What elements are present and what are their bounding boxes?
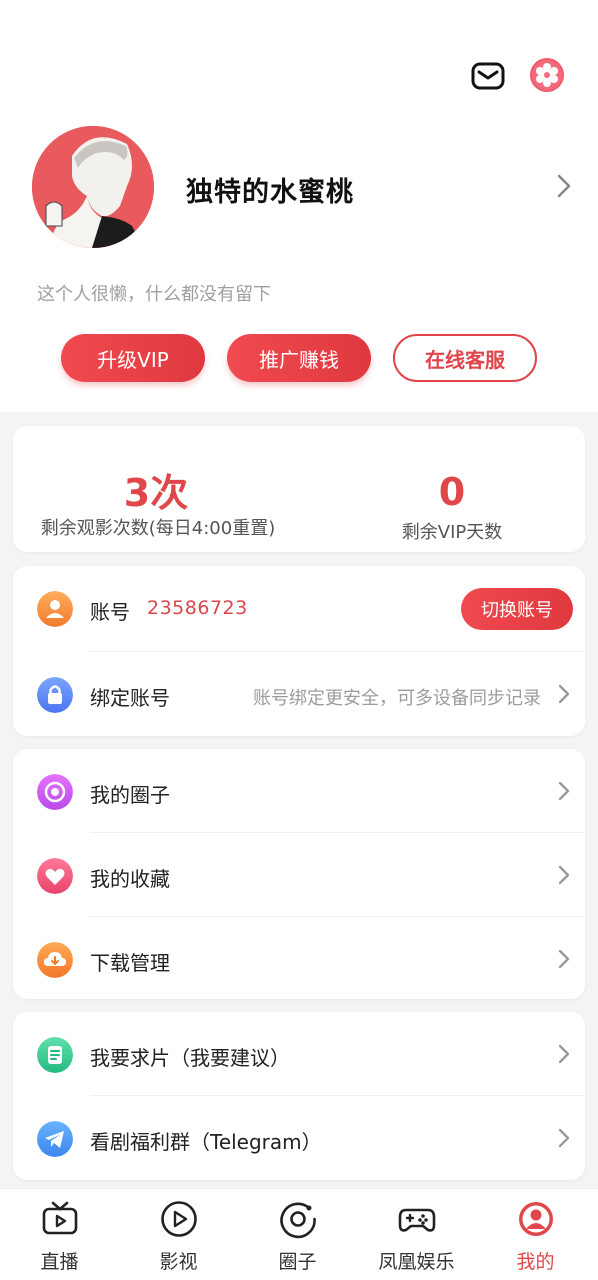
chevron-right-icon bbox=[558, 949, 570, 969]
menu-item-label: 我的圈子 bbox=[90, 783, 170, 807]
download-cloud-icon bbox=[37, 942, 73, 978]
username[interactable]: 独特的水蜜桃 bbox=[186, 170, 354, 209]
lock-icon bbox=[37, 677, 73, 713]
menu-item-label: 我要求片（我要建议） bbox=[90, 1046, 290, 1070]
stats-card: 3次 剩余观影次数(每日4:00重置) 0 剩余VIP天数 bbox=[13, 426, 585, 552]
tab-label: 凤凰娱乐 bbox=[378, 1251, 455, 1273]
extra-card: 我要求片（我要建议） 看剧福利群（Telegram） bbox=[13, 1012, 585, 1180]
chevron-right-icon[interactable] bbox=[553, 172, 575, 200]
remaining-views-label: 剩余观影次数(每日4:00重置) bbox=[40, 518, 276, 539]
remaining-views-value: 3次 bbox=[123, 471, 189, 515]
tab-label: 影视 bbox=[159, 1251, 198, 1273]
tab-label: 我的 bbox=[516, 1251, 555, 1273]
chevron-right-icon bbox=[558, 1128, 570, 1148]
chevron-right-icon bbox=[558, 684, 570, 704]
chevron-right-icon bbox=[558, 1044, 570, 1064]
mail-icon[interactable] bbox=[470, 58, 506, 94]
vip-days-value: 0 bbox=[438, 470, 466, 514]
online-support-button[interactable]: 在线客服 bbox=[393, 334, 537, 382]
switch-account-button[interactable]: 切换账号 bbox=[461, 588, 573, 630]
promote-earn-button[interactable]: 推广赚钱 bbox=[227, 334, 371, 382]
profile-header: 独特的水蜜桃 这个人很懒，什么都没有留下 升级VIP 推广赚钱 在线客服 bbox=[0, 0, 598, 412]
tab-live[interactable]: 直播 bbox=[0, 1189, 119, 1280]
avatar[interactable] bbox=[32, 126, 154, 248]
tab-movies[interactable]: 影视 bbox=[119, 1189, 238, 1280]
menu-item-request-film[interactable]: 我要求片（我要建议） bbox=[13, 1012, 585, 1096]
menu-item-label: 下载管理 bbox=[90, 951, 170, 975]
play-icon bbox=[161, 1201, 197, 1237]
tab-label: 圈子 bbox=[278, 1251, 317, 1273]
account-label: 账号 bbox=[90, 600, 130, 624]
chevron-right-icon bbox=[558, 781, 570, 801]
menu-item-my-circle[interactable]: 我的圈子 bbox=[13, 749, 585, 833]
chevron-right-icon bbox=[558, 865, 570, 885]
menu-item-label: 看剧福利群（Telegram） bbox=[90, 1130, 322, 1154]
tab-circle[interactable]: 圈子 bbox=[238, 1189, 357, 1280]
bind-account-hint: 账号绑定更安全，可多设备同步记录 bbox=[253, 688, 541, 709]
document-icon bbox=[37, 1037, 73, 1073]
menu-item-downloads[interactable]: 下载管理 bbox=[13, 917, 585, 1001]
menu-card: 我的圈子 我的收藏 下载管理 bbox=[13, 749, 585, 999]
profile-bio: 这个人很懒，什么都没有留下 bbox=[37, 284, 271, 305]
account-row: 账号 23586723 切换账号 bbox=[13, 566, 585, 650]
bind-account-label: 绑定账号 bbox=[90, 686, 170, 710]
circle-target-icon bbox=[37, 774, 73, 810]
vip-days-label: 剩余VIP天数 bbox=[401, 522, 503, 543]
circle-icon bbox=[280, 1202, 316, 1239]
account-id: 23586723 bbox=[147, 597, 248, 619]
gear-icon[interactable] bbox=[529, 57, 565, 93]
heart-icon bbox=[37, 858, 73, 894]
telegram-icon bbox=[37, 1121, 73, 1157]
tab-label: 直播 bbox=[40, 1251, 79, 1273]
bottom-tab-bar: 直播 影视 圈子 凤凰娱乐 我的 bbox=[0, 1188, 598, 1280]
tab-mine[interactable]: 我的 bbox=[476, 1189, 595, 1280]
menu-item-telegram-group[interactable]: 看剧福利群（Telegram） bbox=[13, 1096, 585, 1180]
gamepad-icon bbox=[398, 1208, 436, 1232]
user-icon bbox=[519, 1202, 553, 1236]
user-icon bbox=[37, 591, 73, 627]
tab-entertainment[interactable]: 凤凰娱乐 bbox=[357, 1189, 476, 1280]
tv-icon bbox=[42, 1201, 78, 1235]
bind-account-row[interactable]: 绑定账号 账号绑定更安全，可多设备同步记录 bbox=[13, 652, 585, 736]
account-card: 账号 23586723 切换账号 绑定账号 账号绑定更安全，可多设备同步记录 bbox=[13, 566, 585, 736]
upgrade-vip-button[interactable]: 升级VIP bbox=[61, 334, 205, 382]
menu-item-label: 我的收藏 bbox=[90, 867, 170, 891]
menu-item-favorites[interactable]: 我的收藏 bbox=[13, 833, 585, 917]
